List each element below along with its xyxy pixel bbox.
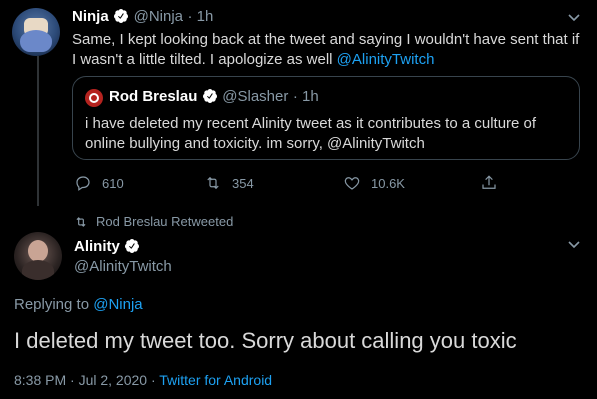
- chevron-down-icon[interactable]: [568, 14, 580, 22]
- tweet1-time[interactable]: · 1h: [187, 8, 213, 25]
- replying-to-mention[interactable]: @Ninja: [93, 296, 142, 313]
- like-icon: [344, 177, 360, 190]
- tweet1-text-line2: I wasn't a little tilted. I apologize as…: [72, 51, 435, 68]
- tweet1-mention[interactable]: @AlinityTwitch: [337, 51, 435, 68]
- retweet-icon: [207, 176, 219, 190]
- retweet-notice[interactable]: Rod Breslau Retweeted: [74, 214, 233, 229]
- tweet2-header: Alinity @AlinityTwitch: [74, 238, 172, 275]
- slasher-logo-icon: [85, 89, 103, 107]
- chevron-down-icon[interactable]: [568, 241, 580, 249]
- retweet-count: 354: [232, 175, 254, 191]
- tweet1-author-name[interactable]: Ninja: [72, 8, 109, 25]
- tweet1-text-line1: Same, I kept looking back at the tweet a…: [72, 31, 580, 48]
- tweet2-author-name[interactable]: Alinity: [74, 238, 120, 255]
- tweet1-header: Ninja @Ninja · 1h: [72, 8, 213, 28]
- reply-action[interactable]: 610: [74, 174, 124, 192]
- retweet-notice-text: Rod Breslau Retweeted: [96, 214, 234, 229]
- quote-text-line1: i have deleted my recent Alinity tweet a…: [85, 115, 537, 132]
- retweet-icon: [76, 216, 86, 227]
- thread-line: [37, 56, 39, 206]
- replying-to: Replying to @Ninja: [14, 296, 143, 313]
- tweet2-source[interactable]: Twitter for Android: [159, 372, 272, 388]
- tweet2-timestamp[interactable]: 8:38 PM · Jul 2, 2020 ·: [14, 372, 159, 388]
- ninja-avatar[interactable]: [12, 8, 60, 56]
- share-action[interactable]: [480, 174, 498, 192]
- like-action[interactable]: 10.6K: [343, 174, 405, 192]
- retweet-action[interactable]: 354: [204, 174, 254, 192]
- quoted-tweet[interactable]: Rod Breslau @Slasher · 1h i have deleted…: [72, 76, 580, 160]
- verified-icon: [202, 89, 217, 103]
- quote-handle: @Slasher: [222, 88, 289, 105]
- verified-icon: [114, 9, 129, 23]
- alinity-avatar[interactable]: [14, 232, 62, 280]
- tweet2-text: I deleted my tweet too. Sorry about call…: [14, 328, 517, 353]
- verified-icon: [125, 239, 140, 253]
- quote-time: · 1h: [292, 88, 319, 105]
- reply-icon: [76, 176, 90, 191]
- tweet2-meta: 8:38 PM · Jul 2, 2020 · Twitter for Andr…: [14, 372, 272, 388]
- share-icon: [482, 175, 496, 189]
- reply-count: 610: [102, 175, 124, 191]
- quote-text-line2: online bullying and toxicity. im sorry, …: [85, 135, 425, 152]
- tweet1-handle[interactable]: @Ninja: [134, 8, 183, 25]
- like-count: 10.6K: [371, 175, 405, 191]
- quote-header: Rod Breslau @Slasher · 1h: [109, 88, 319, 106]
- quote-author-name: Rod Breslau: [109, 88, 198, 105]
- tweet1-text: Same, I kept looking back at the tweet a…: [72, 30, 587, 70]
- tweet2-handle[interactable]: @AlinityTwitch: [74, 258, 172, 275]
- quote-text: i have deleted my recent Alinity tweet a…: [85, 114, 575, 154]
